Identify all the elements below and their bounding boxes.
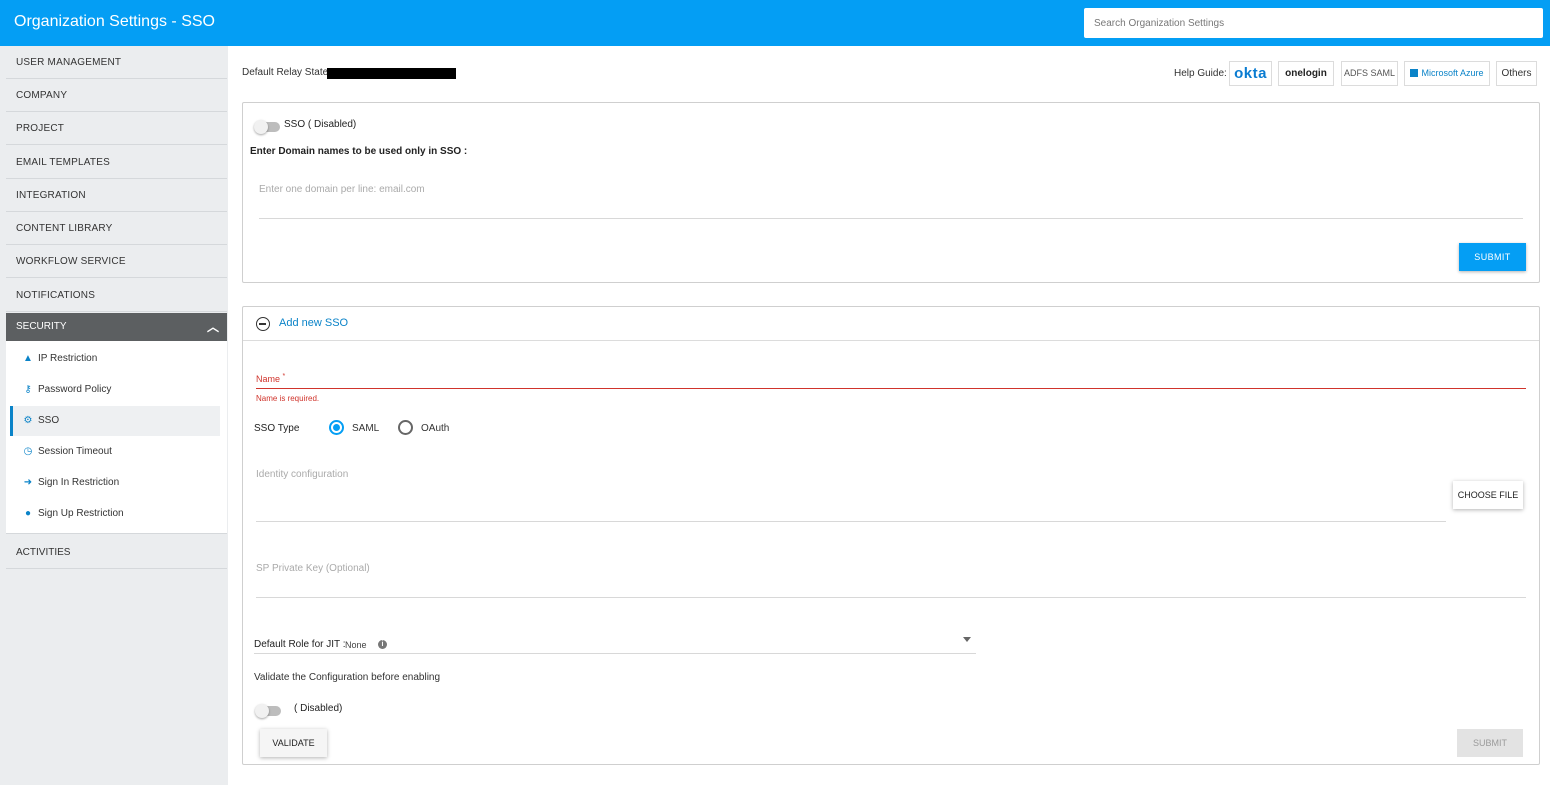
required-mark: * bbox=[282, 373, 286, 380]
help-guide-label: Help Guide: bbox=[1174, 68, 1227, 79]
jit-role-underline bbox=[254, 653, 976, 654]
sidebar-item-activities[interactable]: ACTIVITIES bbox=[6, 536, 227, 569]
choose-file-button[interactable]: CHOOSE FILE bbox=[1453, 481, 1523, 509]
azure-label: Microsoft Azure bbox=[1421, 68, 1484, 78]
domain-names-label: Enter Domain names to be used only in SS… bbox=[250, 146, 468, 157]
clock-icon: ◷ bbox=[23, 446, 33, 457]
okta-logo: okta bbox=[1234, 65, 1267, 82]
sidebar-subitem-label: Session Timeout bbox=[38, 446, 112, 457]
others-label: Others bbox=[1501, 68, 1532, 79]
sso-domain-card: SSO ( Disabled) Enter Domain names to be… bbox=[242, 102, 1540, 283]
add-sso-card: Add new SSO Name * Name is required. SSO… bbox=[242, 306, 1540, 765]
validate-toggle[interactable] bbox=[255, 704, 281, 718]
okta-guide-link[interactable]: okta bbox=[1229, 61, 1272, 86]
chevron-up-icon[interactable]: ︿ bbox=[207, 313, 219, 341]
key-icon: ⚷ bbox=[24, 384, 32, 395]
sidebar-subitem-password-policy[interactable]: ⚷ Password Policy bbox=[10, 375, 220, 405]
sp-private-key-input[interactable] bbox=[256, 597, 1526, 598]
sidebar-item-security[interactable]: SECURITY ︿ bbox=[6, 313, 227, 341]
collapse-minus-icon[interactable] bbox=[256, 317, 270, 331]
domain-submit-button[interactable]: SUBMIT bbox=[1459, 243, 1526, 271]
sso-enable-toggle[interactable] bbox=[254, 120, 280, 134]
info-icon[interactable]: i bbox=[378, 640, 387, 649]
onelogin-guide-link[interactable]: onelogin bbox=[1278, 61, 1334, 86]
name-field-label: Name * bbox=[256, 373, 285, 384]
add-sso-title[interactable]: Add new SSO bbox=[279, 317, 348, 329]
validate-config-text: Validate the Configuration before enabli… bbox=[254, 672, 441, 683]
add-sso-header[interactable]: Add new SSO bbox=[243, 307, 1539, 341]
sidebar-item-content-library[interactable]: CONTENT LIBRARY bbox=[6, 212, 227, 245]
warning-icon: ▲ bbox=[23, 353, 33, 364]
page-title: Organization Settings - SSO bbox=[14, 13, 215, 30]
relay-state-label: Default Relay State bbox=[242, 67, 329, 78]
oauth-radio[interactable] bbox=[398, 420, 413, 435]
top-header: Organization Settings - SSO bbox=[0, 0, 1550, 46]
gears-icon: ⚙ bbox=[23, 415, 33, 426]
sidebar-item-workflow-service[interactable]: WORKFLOW SERVICE bbox=[6, 245, 227, 278]
sso-type-label: SSO Type bbox=[254, 423, 300, 434]
name-field-input[interactable] bbox=[256, 388, 1526, 389]
add-sso-submit-button[interactable]: SUBMIT bbox=[1457, 729, 1523, 757]
domain-names-input[interactable] bbox=[259, 173, 1523, 219]
validate-button[interactable]: VALIDATE bbox=[260, 729, 327, 757]
sidebar-item-project[interactable]: PROJECT bbox=[6, 112, 227, 145]
oauth-radio-label[interactable]: OAuth bbox=[421, 423, 449, 434]
windows-logo-icon bbox=[1410, 69, 1419, 77]
sidebar-item-user-management[interactable]: USER MANAGEMENT bbox=[6, 46, 227, 79]
jit-role-select[interactable]: None bbox=[345, 640, 367, 650]
adfs-guide-link[interactable]: ADFS SAML bbox=[1341, 61, 1398, 86]
sidebar-subitem-label: Password Policy bbox=[38, 384, 112, 395]
sidebar-item-company[interactable]: COMPANY bbox=[6, 79, 227, 112]
relay-state-value-redacted bbox=[327, 68, 456, 79]
sidebar-subitem-label: Sign In Restriction bbox=[38, 477, 120, 488]
azure-guide-link[interactable]: Microsoft Azure bbox=[1404, 61, 1490, 86]
sidebar-subitem-label: IP Restriction bbox=[38, 353, 98, 364]
sidebar: USER MANAGEMENT COMPANY PROJECT EMAIL TE… bbox=[0, 46, 228, 785]
user-plus-icon: ● bbox=[24, 508, 32, 519]
sidebar-item-integration[interactable]: INTEGRATION bbox=[6, 179, 227, 212]
sidebar-item-email-templates[interactable]: EMAIL TEMPLATES bbox=[6, 146, 227, 179]
saml-radio[interactable] bbox=[329, 420, 344, 435]
sidebar-subitem-sign-in-restriction[interactable]: ➜ Sign In Restriction bbox=[10, 468, 220, 498]
sidebar-subitem-session-timeout[interactable]: ◷ Session Timeout bbox=[10, 437, 220, 467]
sp-private-key-label: SP Private Key (Optional) bbox=[256, 563, 370, 574]
sidebar-item-notifications[interactable]: NOTIFICATIONS bbox=[6, 279, 227, 312]
saml-radio-label[interactable]: SAML bbox=[352, 423, 379, 434]
sso-status-label: SSO ( Disabled) bbox=[284, 119, 357, 130]
identity-configuration-input[interactable] bbox=[256, 521, 1446, 522]
name-label-text: Name bbox=[256, 374, 281, 384]
sidebar-subitem-ip-restriction[interactable]: ▲ IP Restriction bbox=[10, 344, 220, 374]
others-guide-link[interactable]: Others bbox=[1496, 61, 1537, 86]
search-input[interactable] bbox=[1084, 8, 1543, 38]
sidebar-subitem-sign-up-restriction[interactable]: ● Sign Up Restriction bbox=[10, 499, 220, 529]
sidebar-subitem-sso[interactable]: ⚙ SSO bbox=[10, 406, 220, 436]
onelogin-logo: onelogin bbox=[1285, 68, 1327, 79]
adfs-saml-label: ADFS SAML bbox=[1343, 68, 1395, 78]
identity-configuration-label: Identity configuration bbox=[256, 469, 349, 480]
sidebar-item-label: SECURITY bbox=[16, 321, 67, 332]
sign-in-icon: ➜ bbox=[23, 477, 33, 488]
sidebar-subitem-label: SSO bbox=[38, 415, 60, 426]
validate-status-label: ( Disabled) bbox=[294, 703, 343, 714]
sidebar-subitem-label: Sign Up Restriction bbox=[38, 508, 124, 519]
name-error-text: Name is required. bbox=[256, 394, 320, 403]
jit-role-label: Default Role for JIT : bbox=[254, 639, 346, 650]
security-submenu: ▲ IP Restriction ⚷ Password Policy ⚙ SSO ◷ S… bbox=[6, 341, 227, 534]
caret-down-icon[interactable] bbox=[963, 637, 971, 642]
